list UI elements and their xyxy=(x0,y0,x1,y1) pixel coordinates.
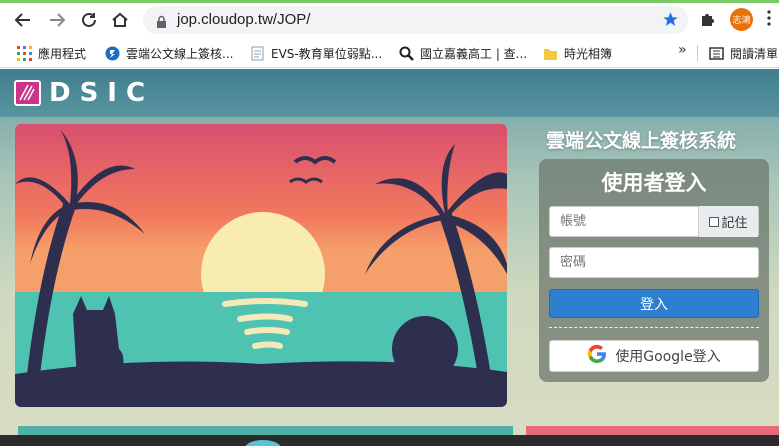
search-site-icon xyxy=(399,46,414,61)
bookmark-apps[interactable]: 應用程式 xyxy=(17,44,86,62)
remember-checkbox[interactable]: 記住 xyxy=(698,206,758,237)
google-g-icon xyxy=(587,344,607,368)
back-arrow-icon[interactable] xyxy=(12,9,34,31)
google-login-label: 使用Google登入 xyxy=(615,349,721,365)
bookmark-label: 應用程式 xyxy=(38,46,87,61)
divider xyxy=(549,327,759,328)
browser-toolbar: jop.cloudop.tw/JOP/ 志鴻 xyxy=(0,0,779,38)
profile-avatar[interactable]: 志鴻 xyxy=(730,8,753,31)
bookmarks-divider xyxy=(697,45,698,62)
extensions-puzzle-icon[interactable] xyxy=(699,10,717,32)
lock-icon xyxy=(156,13,167,32)
sunset-illustration xyxy=(15,124,507,407)
bookmark-label: 雲端公文線上簽核... xyxy=(126,46,234,61)
reading-list-icon xyxy=(709,46,724,61)
system-title: 雲端公文線上簽核系統 xyxy=(546,130,737,152)
reading-list-label: 閱讀清單 xyxy=(730,46,779,61)
google-login-button[interactable]: 使用Google登入 xyxy=(549,340,759,372)
reload-icon[interactable] xyxy=(78,9,100,31)
bookmark-label: 國立嘉義高工 | 查... xyxy=(420,46,528,61)
dsic-logo-icon xyxy=(14,80,41,106)
home-icon[interactable] xyxy=(109,9,131,31)
reading-list[interactable]: 閱讀清單 xyxy=(709,44,778,62)
bookmark-album[interactable]: 時光相簿 xyxy=(543,44,612,62)
menu-kebab-icon[interactable] xyxy=(767,10,771,30)
bookmark-star-icon[interactable] xyxy=(662,11,679,32)
bookmark-evs[interactable]: EVS-教育單位弱點... xyxy=(250,44,382,62)
folder-icon xyxy=(543,46,558,61)
login-button[interactable]: 登入 xyxy=(549,289,759,318)
tab-indicator-line xyxy=(0,0,779,3)
page-icon xyxy=(250,46,265,61)
site-header: DSIC xyxy=(0,69,779,117)
address-bar[interactable]: jop.cloudop.tw/JOP/ xyxy=(143,6,688,34)
url-text: jop.cloudop.tw/JOP/ xyxy=(177,11,311,28)
os-taskbar xyxy=(0,435,779,446)
site-logo-text: DSIC xyxy=(49,78,155,108)
login-title: 使用者登入 xyxy=(601,171,707,195)
forward-arrow-icon[interactable] xyxy=(46,9,68,31)
checkbox-icon[interactable] xyxy=(709,216,720,227)
password-input[interactable] xyxy=(549,247,759,278)
apps-grid-icon xyxy=(17,45,32,61)
bookmark-cloud-doc[interactable]: 雲端公文線上簽核... xyxy=(105,44,233,62)
bookmark-label: EVS-教育單位弱點... xyxy=(271,46,383,61)
page-body: DSIC 雲端公文線上簽核系統 使用者登入 帳號 記住 登入 使用Google登… xyxy=(0,69,779,446)
remember-label: 記住 xyxy=(721,216,748,231)
bookmark-school[interactable]: 國立嘉義高工 | 查... xyxy=(399,44,527,62)
cloud-doc-icon xyxy=(105,46,120,61)
login-panel: 使用者登入 記住 登入 使用Google登入 xyxy=(539,159,769,382)
bookmarks-bar: 應用程式 雲端公文線上簽核... EVS-教育單位弱點... 國立嘉義高工 | … xyxy=(0,38,779,68)
bookmark-label: 時光相簿 xyxy=(564,46,613,61)
bookmarks-overflow-icon[interactable]: » xyxy=(678,42,687,58)
